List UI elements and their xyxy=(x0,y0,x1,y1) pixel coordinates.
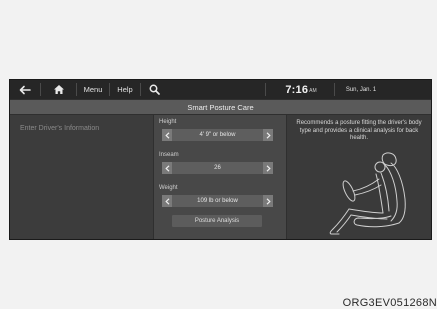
back-button[interactable] xyxy=(12,80,38,99)
figure-code: ORG3EV051268N xyxy=(342,297,437,309)
menu-label: Menu xyxy=(83,85,103,94)
menu-button[interactable]: Menu xyxy=(77,80,109,99)
help-label: Help xyxy=(117,85,133,94)
chevron-left-icon xyxy=(164,197,169,205)
search-button[interactable] xyxy=(141,80,167,99)
height-value: 4' 9" or below xyxy=(199,132,236,138)
weight-stepper: 109 lb or below xyxy=(162,195,273,207)
chevron-left-icon xyxy=(164,131,169,139)
weight-decrease-button[interactable] xyxy=(162,195,172,207)
infotainment-screen: Menu Help 7:16 AM Sun, Jan. 1 Smart Post… xyxy=(9,79,432,240)
help-button[interactable]: Help xyxy=(110,80,140,99)
status-bar: Menu Help 7:16 AM Sun, Jan. 1 xyxy=(10,80,431,99)
height-increase-button[interactable] xyxy=(263,129,273,141)
inseam-label: Inseam xyxy=(159,152,179,158)
chevron-left-icon xyxy=(164,164,169,172)
posture-analysis-button[interactable]: Posture Analysis xyxy=(172,215,262,227)
inseam-stepper: 26 xyxy=(162,162,273,174)
page-title-bar: Smart Posture Care xyxy=(10,100,431,114)
weight-increase-button[interactable] xyxy=(263,195,273,207)
posture-form: Height 4' 9" or below Inseam 26 Weight 1… xyxy=(154,115,286,239)
date-text: Sun, Jan. 1 xyxy=(345,86,377,93)
clock: 7:16 AM xyxy=(270,80,332,99)
clock-time: 7:16 xyxy=(285,83,309,96)
weight-value: 109 lb or below xyxy=(197,198,238,204)
enter-info-heading: Enter Driver's Information xyxy=(20,125,100,132)
height-decrease-button[interactable] xyxy=(162,129,172,141)
height-stepper: 4' 9" or below xyxy=(162,129,273,141)
inseam-decrease-button[interactable] xyxy=(162,162,172,174)
chevron-right-icon xyxy=(266,197,271,205)
weight-label: Weight xyxy=(159,185,178,191)
inseam-increase-button[interactable] xyxy=(263,162,273,174)
driver-seated-posture-illustration xyxy=(329,152,406,235)
chevron-right-icon xyxy=(266,131,271,139)
height-label: Height xyxy=(159,119,177,125)
page-title: Smart Posture Care xyxy=(187,102,254,112)
back-arrow-icon xyxy=(19,85,31,94)
search-icon xyxy=(149,84,160,95)
clock-ampm: AM xyxy=(309,88,317,94)
description-panel: Recommends a posture fitting the driver'… xyxy=(287,115,431,239)
inseam-value: 26 xyxy=(214,165,221,171)
home-icon xyxy=(54,85,64,94)
left-panel: Enter Driver's Information xyxy=(10,115,153,239)
home-button[interactable] xyxy=(42,80,76,99)
chevron-right-icon xyxy=(266,164,271,172)
date-display: Sun, Jan. 1 xyxy=(337,80,385,99)
